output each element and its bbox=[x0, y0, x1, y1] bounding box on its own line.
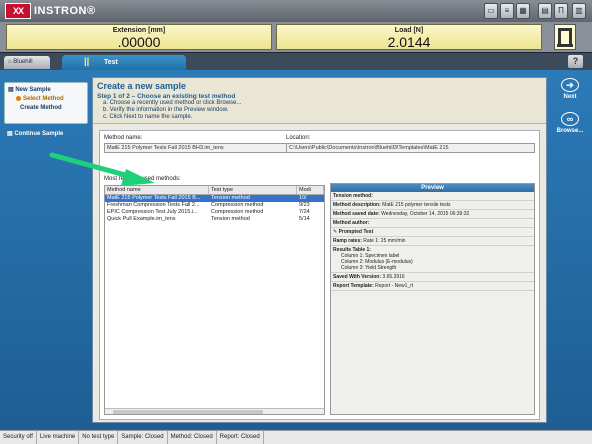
status-report: Report: Closed bbox=[217, 431, 264, 444]
preview-author: Method author: bbox=[331, 219, 534, 228]
nav-card-new-sample: ▤ New Sample Select Method Create Method bbox=[4, 82, 88, 124]
app-name: INSTRON® bbox=[34, 5, 96, 17]
col-method-name[interactable]: Method name bbox=[105, 186, 209, 194]
main-area: ▤ New Sample Select Method Create Method… bbox=[0, 70, 592, 430]
instruction-b: b. Verify the information in the Preview… bbox=[103, 107, 229, 113]
status-test-type: No test type bbox=[79, 431, 119, 444]
binoculars-icon: ∞ bbox=[561, 112, 579, 126]
status-security: Security off bbox=[0, 431, 37, 444]
arrow-right-icon: ➔ bbox=[561, 78, 579, 92]
preview-description: Method description: MatE 215 polymer ten… bbox=[331, 201, 534, 210]
table-row[interactable]: Quick Pull Example.im_tens Tension metho… bbox=[105, 216, 324, 223]
instron-logo: XX INSTRON® bbox=[5, 3, 96, 19]
method-name-field: MatE 215 Polymer Tests Fall 2015 BH3.im_… bbox=[104, 143, 289, 153]
status-live: Live machine bbox=[37, 431, 80, 444]
status-sample: Sample: Closed bbox=[118, 431, 168, 444]
machine-icon[interactable]: Π bbox=[554, 3, 568, 19]
wizard-panel: Create a new sample Step 1 of 2 – Choose… bbox=[92, 77, 547, 423]
extension-label: Extension [mm] bbox=[112, 27, 166, 34]
instruction-a: a. Choose a recently used method or clic… bbox=[103, 100, 242, 106]
instruction-c: c. Click Next to name the sample. bbox=[103, 114, 193, 120]
window-icon[interactable]: ▭ bbox=[484, 3, 498, 19]
next-button[interactable]: ➔ Next bbox=[551, 78, 589, 100]
panel-icon[interactable]: ▤ bbox=[538, 3, 552, 19]
left-nav: ▤ New Sample Select Method Create Method… bbox=[4, 82, 88, 412]
mru-header: Method name Test type Modi bbox=[105, 186, 324, 195]
preview-panel: Preview Tension method: Method descripti… bbox=[330, 183, 535, 415]
calc-icon[interactable]: ▦ bbox=[516, 3, 530, 19]
wizard-body: Method name: MatE 215 Polymer Tests Fall… bbox=[99, 130, 540, 420]
preview-prompted: ✎ Prompted Test bbox=[331, 228, 534, 237]
col-test-type[interactable]: Test type bbox=[209, 186, 297, 194]
horizontal-scrollbar[interactable] bbox=[105, 408, 324, 414]
nav-create-method[interactable]: Create Method bbox=[8, 104, 84, 113]
col-modified[interactable]: Modi bbox=[297, 186, 324, 194]
nav-new-sample[interactable]: ▤ New Sample bbox=[8, 86, 84, 95]
extension-readout[interactable]: Extension [mm] .00000 bbox=[6, 24, 272, 50]
preview-tension-method: Tension method: bbox=[331, 192, 534, 201]
location-label: Location: bbox=[286, 135, 311, 141]
preview-saved-date: Method saved date: Wednesday, October 14… bbox=[331, 210, 534, 219]
current-step-icon bbox=[16, 95, 21, 101]
tab-test[interactable]: ꟾꟾ Test bbox=[62, 55, 186, 71]
live-readouts: Extension [mm] .00000 Load [N] 2.0144 bbox=[0, 22, 592, 52]
scroll-thumb[interactable] bbox=[113, 410, 263, 414]
table-row[interactable]: MatE 215 Polymer Tests Fall 2015 B... Te… bbox=[105, 195, 324, 202]
preview-template: Report Template: Report - New1_rt bbox=[331, 282, 534, 291]
table-row[interactable]: Freshman Compression Tests Fall 2... Com… bbox=[105, 202, 324, 209]
page-title: Create a new sample bbox=[97, 81, 187, 91]
test-icon: ꟾꟾ bbox=[84, 58, 90, 68]
table-row[interactable]: EPIC Compression Test July 2015.i... Com… bbox=[105, 209, 324, 216]
load-value: 2.0144 bbox=[387, 34, 431, 50]
preview-version: Saved With Version: 3.65.3916 bbox=[331, 273, 534, 282]
nav-continue-sample[interactable]: ▤ Continue Sample bbox=[4, 130, 88, 139]
method-name-label: Method name: bbox=[104, 135, 143, 141]
location-field: C:\Users\Public\Documents\Instron\Bluehi… bbox=[286, 143, 535, 153]
list-icon[interactable]: ≡ bbox=[500, 3, 514, 19]
status-bar: Security off Live machine No test type S… bbox=[0, 430, 592, 444]
nav-select-method[interactable]: Select Method bbox=[8, 95, 84, 104]
load-readout[interactable]: Load [N] 2.0144 bbox=[276, 24, 542, 50]
logo-mark: XX bbox=[5, 3, 31, 19]
wizard-header: Create a new sample Step 1 of 2 – Choose… bbox=[93, 78, 546, 124]
title-bar: XX INSTRON® ▭ ≡ ▦ ▤ Π ▥ bbox=[0, 0, 592, 22]
step-label: Step 1 of 2 – Choose an existing test me… bbox=[97, 93, 236, 100]
preview-ramp: Ramp rates: Rate 1: 25 mm/min bbox=[331, 237, 534, 246]
help-button[interactable]: ? bbox=[568, 55, 583, 68]
load-label: Load [N] bbox=[394, 27, 424, 34]
load-frame-icon[interactable] bbox=[554, 24, 576, 50]
status-method: Method: Closed bbox=[168, 431, 217, 444]
mru-label: Most recently used methods: bbox=[104, 176, 181, 182]
extension-value: .00000 bbox=[117, 34, 161, 50]
preview-title: Preview bbox=[331, 184, 534, 192]
tab-strip: ⌂ Bluehill ꟾꟾ Test bbox=[0, 52, 592, 71]
preview-results: Results Table 1: Column 1: Specimen labe… bbox=[331, 246, 534, 273]
browse-button[interactable]: ∞ Browse... bbox=[551, 112, 589, 134]
chart-icon[interactable]: ▥ bbox=[572, 3, 586, 19]
right-nav: ➔ Next ∞ Browse... bbox=[551, 78, 589, 134]
mru-list[interactable]: Method name Test type Modi MatE 215 Poly… bbox=[104, 185, 325, 415]
tab-bluehill[interactable]: ⌂ Bluehill bbox=[4, 56, 50, 69]
